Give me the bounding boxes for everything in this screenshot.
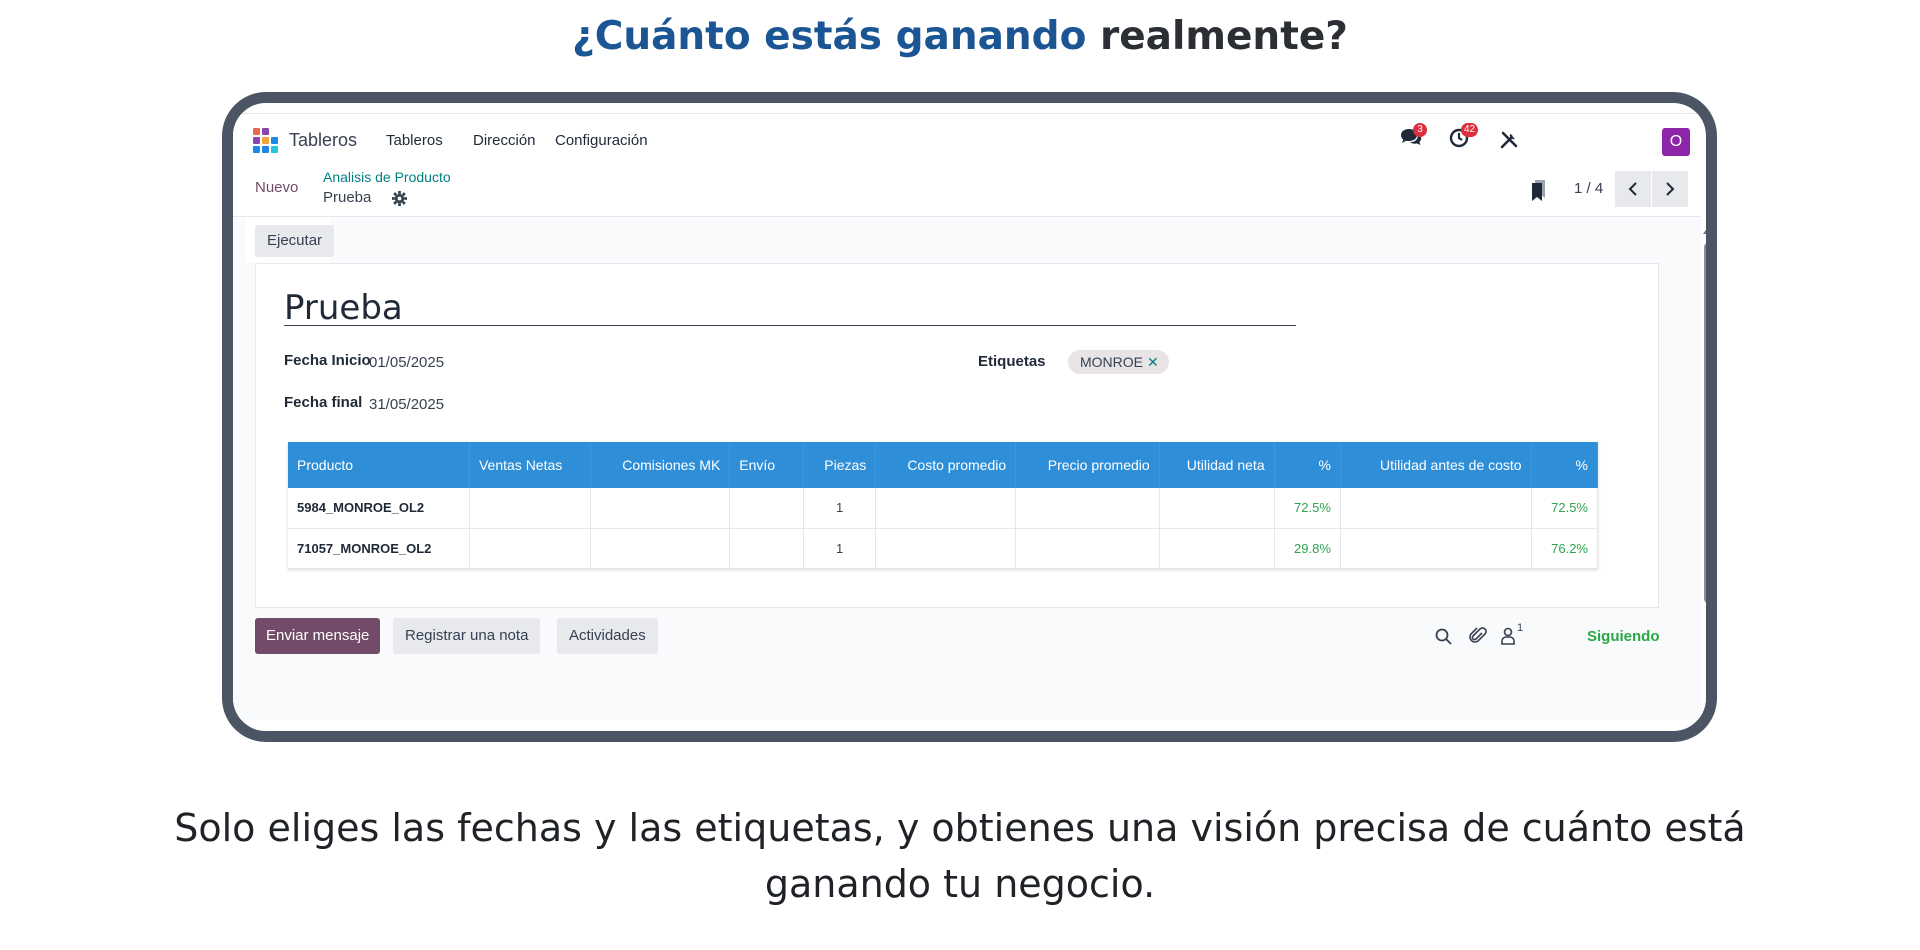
col-utilidad-neta: Utilidad neta xyxy=(1159,442,1275,488)
cell-producto: 5984_MONROE_OL2 xyxy=(288,488,470,529)
activities-button[interactable]: Actividades xyxy=(557,618,658,654)
search-icon[interactable] xyxy=(1435,628,1453,646)
pager-previous-button[interactable] xyxy=(1615,171,1651,207)
cell-piezas: 1 xyxy=(803,488,877,529)
paperclip-icon[interactable] xyxy=(1469,626,1487,646)
redacted-cell xyxy=(1340,528,1532,569)
report-table: Producto Ventas Netas Comisiones MK Enví… xyxy=(288,442,1599,569)
user-avatar[interactable]: O xyxy=(1662,128,1690,156)
send-message-button[interactable]: Enviar mensaje xyxy=(255,618,381,654)
form-sheet: Prueba Fecha Inicio 01/05/2025 Fecha fin… xyxy=(255,263,1659,608)
gear-icon[interactable] xyxy=(392,191,407,206)
scrollbar-thumb[interactable] xyxy=(1704,243,1706,603)
scroll-up-arrow-icon[interactable] xyxy=(1703,227,1706,234)
execute-button[interactable]: Ejecutar xyxy=(255,225,335,257)
start-date-label: Fecha Inicio xyxy=(284,352,371,369)
activities-button[interactable]: 42 xyxy=(1449,123,1479,152)
chevron-right-icon xyxy=(1666,182,1675,196)
device-frame: Tableros Tableros Dirección Configuració… xyxy=(222,92,1717,742)
col-precio-promedio: Precio promedio xyxy=(1015,442,1160,488)
table-header-row: Producto Ventas Netas Comisiones MK Enví… xyxy=(288,442,1599,488)
redacted-cell xyxy=(875,528,1017,569)
col-costo-promedio: Costo promedio xyxy=(875,442,1017,488)
debug-tools-button[interactable] xyxy=(1499,130,1527,156)
cell-producto: 71057_MONROE_OL2 xyxy=(288,528,470,569)
following-button[interactable]: Siguiendo xyxy=(1587,628,1660,645)
chatter-bar: Enviar mensaje Registrar una nota Activi… xyxy=(255,613,1660,659)
apps-menu-icon[interactable] xyxy=(253,128,279,154)
tools-icon xyxy=(1500,131,1518,149)
tags-label: Etiquetas xyxy=(978,353,1046,370)
cell-pct-antes: 72.5% xyxy=(1531,488,1599,529)
end-date-label: Fecha final xyxy=(284,394,363,411)
redacted-cell xyxy=(1159,528,1275,569)
col-comisiones-mk: Comisiones MK xyxy=(590,442,731,488)
followers-icon[interactable] xyxy=(1501,627,1515,645)
app-screen: Tableros Tableros Dirección Configuració… xyxy=(233,113,1706,727)
cell-pct-neta: 29.8% xyxy=(1274,528,1341,569)
col-envio: Envío xyxy=(729,442,804,488)
pager-next-button[interactable] xyxy=(1652,171,1688,207)
pager-value: 1 / 4 xyxy=(1574,180,1604,197)
col-pct-neta: % xyxy=(1274,442,1341,488)
messages-badge: 3 xyxy=(1413,123,1427,137)
headline-highlight: ¿Cuánto estás ganando xyxy=(572,14,1087,59)
headline-rest: realmente? xyxy=(1099,14,1348,59)
breadcrumb-current: Prueba xyxy=(323,189,372,206)
cell-pct-neta: 72.5% xyxy=(1274,488,1341,529)
col-piezas: Piezas xyxy=(803,442,877,488)
control-panel: Nuevo Analisis de Producto Prueba 1 / 4 xyxy=(233,161,1701,217)
redacted-cell xyxy=(469,528,592,569)
caption-line-1: Solo eliges las fechas y las etiquetas, … xyxy=(174,806,1746,850)
table-row[interactable]: 5984_MONROE_OL2 1 72.5% 72.5% xyxy=(288,488,1599,529)
redacted-cell xyxy=(1015,528,1160,569)
title-field[interactable]: Prueba xyxy=(284,290,1296,326)
headline: ¿Cuánto estás ganando realmente? xyxy=(0,14,1920,59)
log-note-button[interactable]: Registrar una nota xyxy=(393,618,541,654)
redacted-cell xyxy=(590,528,731,569)
bookmark-icon[interactable] xyxy=(1529,178,1549,202)
tag-chip[interactable]: MONROE ✕ xyxy=(1068,350,1169,374)
form-title[interactable]: Prueba xyxy=(284,288,403,328)
top-navbar: Tableros Tableros Dirección Configuració… xyxy=(233,113,1701,161)
start-date-field[interactable]: 01/05/2025 xyxy=(369,354,444,371)
menu-configuracion[interactable]: Configuración xyxy=(555,132,648,149)
menu-tableros[interactable]: Tableros xyxy=(386,132,443,149)
messages-button[interactable]: 3 xyxy=(1399,123,1427,152)
redacted-cell xyxy=(729,528,804,569)
col-utilidad-antes-costo: Utilidad antes de costo xyxy=(1340,442,1532,488)
scrollbar[interactable] xyxy=(1701,227,1706,727)
col-ventas-netas: Ventas Netas xyxy=(469,442,592,488)
remove-tag-icon[interactable]: ✕ xyxy=(1147,354,1159,370)
chevron-left-icon xyxy=(1628,182,1637,196)
form-content: Ejecutar Prueba Fecha Inicio 01/05/2025 … xyxy=(233,217,1701,720)
col-producto: Producto xyxy=(288,442,470,488)
caption-line-2: ganando tu negocio. xyxy=(764,862,1156,906)
table-row[interactable]: 71057_MONROE_OL2 1 29.8% 76.2% xyxy=(288,528,1599,569)
activities-badge: 42 xyxy=(1461,123,1479,137)
end-date-field[interactable]: 31/05/2025 xyxy=(369,396,444,413)
col-pct-antes: % xyxy=(1531,442,1599,488)
new-button[interactable]: Nuevo xyxy=(255,179,298,196)
app-brand[interactable]: Tableros xyxy=(289,130,357,151)
caption: Solo eliges las fechas y las etiquetas, … xyxy=(0,800,1920,912)
followers-count: 1 xyxy=(1517,622,1524,634)
tag-label: MONROE xyxy=(1080,354,1143,370)
breadcrumb-parent[interactable]: Analisis de Producto xyxy=(323,169,451,185)
menu-direccion[interactable]: Dirección xyxy=(473,132,536,149)
cell-piezas: 1 xyxy=(803,528,877,569)
cell-pct-antes: 76.2% xyxy=(1531,528,1599,569)
